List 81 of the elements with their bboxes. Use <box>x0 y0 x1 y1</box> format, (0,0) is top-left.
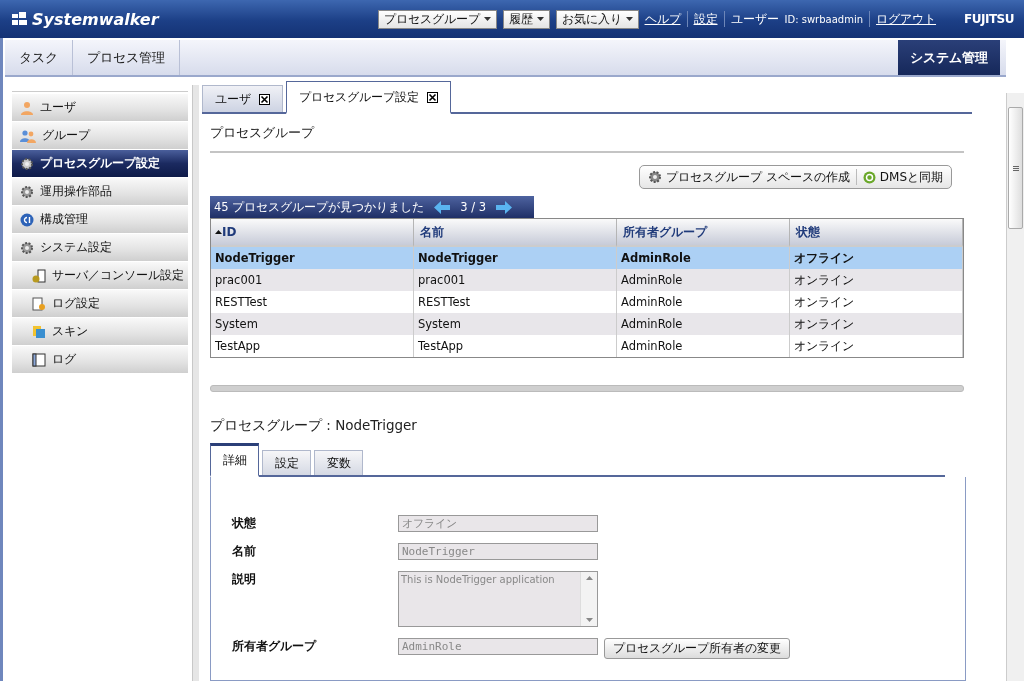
logo-icon <box>10 12 28 26</box>
dropdown-menu[interactable]: プロセスグループ <box>377 9 497 29</box>
header-link[interactable]: 設定 <box>693 10 718 28</box>
sync-icon <box>862 170 876 184</box>
action-button[interactable]: DMSと同期 <box>860 168 945 186</box>
nav-tab[interactable]: システム管理 <box>898 40 1000 75</box>
column-header[interactable]: 名前 <box>414 219 617 247</box>
column-header[interactable]: 状態 <box>790 219 963 247</box>
sidebar-item[interactable]: システム設定 <box>12 234 188 262</box>
table-cell[interactable]: AdminRole <box>617 313 790 335</box>
dropdown-menu[interactable]: 履歴 <box>502 9 550 29</box>
table-cell[interactable]: NodeTrigger <box>414 247 617 269</box>
sidebar-item[interactable]: スキン <box>12 318 188 346</box>
sidebar-item[interactable]: ユーザ <box>12 94 188 122</box>
content-tab[interactable]: プロセスグループ設定 <box>286 81 451 114</box>
result-count: 45 プロセスグループが見つかりました <box>214 199 425 215</box>
action-button[interactable]: プロセスグループ スペースの作成 <box>645 168 852 186</box>
column-header[interactable]: ID <box>211 219 414 247</box>
table-cell[interactable]: System <box>211 313 414 335</box>
scrollbar[interactable] <box>1006 93 1024 681</box>
table-cell[interactable]: オンライン <box>790 313 963 335</box>
splitter-handle[interactable] <box>210 385 964 392</box>
table-cell[interactable]: TestApp <box>211 335 414 357</box>
gear-icon <box>20 240 34 255</box>
user-label: ユーザー <box>730 10 779 28</box>
detail-tab[interactable]: 設定 <box>262 450 311 475</box>
document-icon <box>32 296 46 311</box>
dropdown-menu[interactable]: お気に入り <box>555 9 639 29</box>
skin-icon <box>32 324 46 339</box>
scrollbar-thumb[interactable] <box>1008 107 1023 229</box>
right-arrow-icon[interactable] <box>496 200 513 214</box>
table-cell[interactable]: オフライン <box>790 247 963 269</box>
detail-tab[interactable]: 詳細 <box>210 443 259 477</box>
ci-icon <box>20 212 34 227</box>
sidebar-item[interactable]: 運用操作部品 <box>12 178 188 206</box>
close-icon[interactable] <box>259 93 270 105</box>
grip-icon <box>1012 165 1019 171</box>
left-arrow-icon[interactable] <box>434 200 451 214</box>
detail-tab[interactable]: 変数 <box>314 450 363 475</box>
content-tab[interactable]: ユーザ <box>202 85 283 112</box>
app-logo: Systemwalker <box>10 9 159 29</box>
sidebar-item[interactable]: ログ <box>12 346 188 374</box>
section-title: プロセスグループ <box>209 124 316 142</box>
table-cell[interactable]: TestApp <box>414 335 617 357</box>
field-label: 所有者グループ <box>232 638 318 655</box>
table-cell[interactable]: AdminRole <box>617 247 790 269</box>
brand-logo: FUJITSU <box>964 12 1014 26</box>
users-icon <box>20 128 36 143</box>
user-id: ID: swrbaadmin <box>784 13 864 25</box>
column-header[interactable]: 所有者グループ <box>617 219 790 247</box>
table-cell[interactable]: オンライン <box>790 269 963 291</box>
gear-icon <box>20 184 34 199</box>
header-link[interactable]: ヘルプ <box>644 10 681 28</box>
sidebar-item[interactable]: サーバ／コンソール設定 <box>12 262 188 290</box>
sidebar-item[interactable]: ログ設定 <box>12 290 188 318</box>
nav-tab[interactable]: プロセス管理 <box>73 40 180 75</box>
table-cell[interactable]: AdminRole <box>617 269 790 291</box>
server-icon <box>32 268 46 283</box>
field-label: 説明 <box>232 571 257 588</box>
gear-icon <box>647 170 662 184</box>
user-icon <box>20 100 34 115</box>
table-cell[interactable]: prac001 <box>211 269 414 291</box>
caret-icon <box>536 17 544 21</box>
book-icon <box>32 352 46 367</box>
table-cell[interactable]: prac001 <box>414 269 617 291</box>
field-label: 名前 <box>232 543 257 560</box>
table-cell[interactable]: NodeTrigger <box>211 247 414 269</box>
table-cell[interactable]: System <box>414 313 617 335</box>
sidebar-item[interactable]: 構成管理 <box>12 206 188 234</box>
field-label: 状態 <box>232 515 257 532</box>
close-icon[interactable] <box>427 91 438 103</box>
nav-tab[interactable]: タスク <box>5 40 73 75</box>
logout-link[interactable]: ログアウト <box>876 10 937 28</box>
caret-icon <box>625 17 633 21</box>
page-indicator: 3 / 3 <box>460 200 487 214</box>
gear-icon <box>20 156 34 171</box>
detail-title: プロセスグループ : NodeTrigger <box>209 416 418 435</box>
sidebar-item[interactable]: グループ <box>12 122 188 150</box>
sidebar-item[interactable]: プロセスグループ設定 <box>12 150 188 178</box>
caret-icon <box>483 17 491 21</box>
sort-ascending-icon <box>215 230 222 234</box>
